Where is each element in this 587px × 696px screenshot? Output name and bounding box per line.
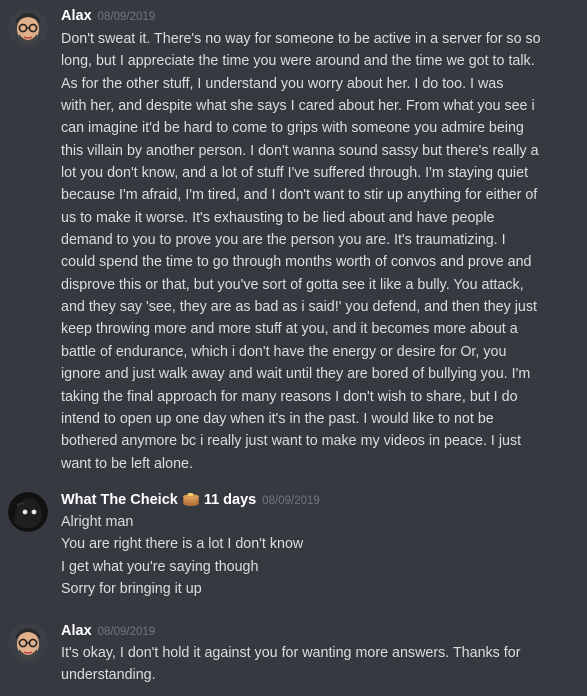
- author-name[interactable]: What The Cheick: [61, 492, 178, 508]
- message-line: Alright man: [61, 514, 134, 530]
- message-content: It's okay, I don't hold it against you f…: [61, 642, 581, 687]
- message-line: lot you don't know, and a lot of stuff I…: [61, 165, 529, 182]
- message-line: bothered anymore bc i really just want t…: [61, 433, 522, 450]
- message-content: Don't sweat it. There's no way for someo…: [61, 28, 581, 475]
- avatar-alax-icon: [8, 623, 48, 663]
- message-line: this villain by another person. I don't …: [61, 142, 539, 159]
- author-name[interactable]: Alax: [61, 623, 92, 639]
- timestamp: 08/09/2019: [97, 626, 156, 638]
- message-line: with her, and despite what she says I ca…: [61, 98, 535, 115]
- message-line: Don't sweat it. There's no way for someo…: [61, 31, 541, 47]
- message-line: long, but I appreciate the time you were…: [61, 53, 535, 70]
- message-line: ignore and just walk away and wait until…: [61, 366, 531, 383]
- message-line: battle of endurance, which i don't have …: [61, 343, 507, 360]
- message-header: What The Cheick 11 days 08/09/2019: [61, 490, 320, 510]
- message-line: us to make it worse. It's exhausting to …: [61, 209, 495, 226]
- avatar-cheick-icon: [8, 492, 48, 532]
- message-line: keep throwing more and more stuff at you…: [61, 321, 518, 338]
- message-header: Alax 08/09/2019: [61, 621, 155, 641]
- message-line: and they say 'see, they are as bad as i …: [61, 299, 537, 316]
- avatar[interactable]: [8, 8, 48, 48]
- avatar[interactable]: [8, 623, 48, 663]
- message-line: I get what you're saying though: [61, 558, 259, 575]
- message-line: understanding.: [61, 667, 156, 684]
- message-line: because I'm afraid, I'm tired, and I don…: [61, 187, 538, 204]
- message-group: Alax 08/09/2019 It's okay, I don't hold i…: [0, 621, 587, 691]
- message-line: could spend the time to go through month…: [61, 254, 532, 271]
- message-line: As for the other stuff, I understand you…: [61, 75, 504, 92]
- message-group: What The Cheick 11 days 08/09/2019 Alright…: [0, 490, 587, 602]
- message-content: Alright man You are right there is a lot…: [61, 511, 581, 600]
- message-line: It's okay, I don't hold it against you f…: [61, 645, 521, 661]
- badge-text: 11 days: [203, 492, 257, 508]
- message-line: want to be left alone.: [61, 455, 193, 472]
- timestamp: 08/09/2019: [97, 11, 156, 23]
- message-line: Sorry for bringing it up: [61, 581, 202, 598]
- message-line: taking the final approach for many reaso…: [61, 388, 518, 405]
- message-line: disprove this or that, but you've sort o…: [61, 276, 524, 293]
- message-line: demand to you to prove you are the perso…: [61, 232, 506, 249]
- message-line: intend to open up one day when it's in t…: [61, 410, 494, 427]
- avatar-alax-icon: [8, 8, 48, 48]
- pancake-icon: [182, 491, 200, 513]
- timestamp: 08/09/2019: [262, 495, 320, 507]
- message-line: You are right there is a lot I don't kno…: [61, 536, 304, 553]
- message-line: can imagine it'd be hard to come to grip…: [61, 120, 524, 137]
- author-name[interactable]: Alax: [61, 8, 92, 24]
- message-header: Alax 08/09/2019: [61, 6, 155, 26]
- avatar[interactable]: [8, 492, 48, 532]
- message-group: Alax 08/09/2019 Don't sweat it. There's n…: [0, 6, 587, 472]
